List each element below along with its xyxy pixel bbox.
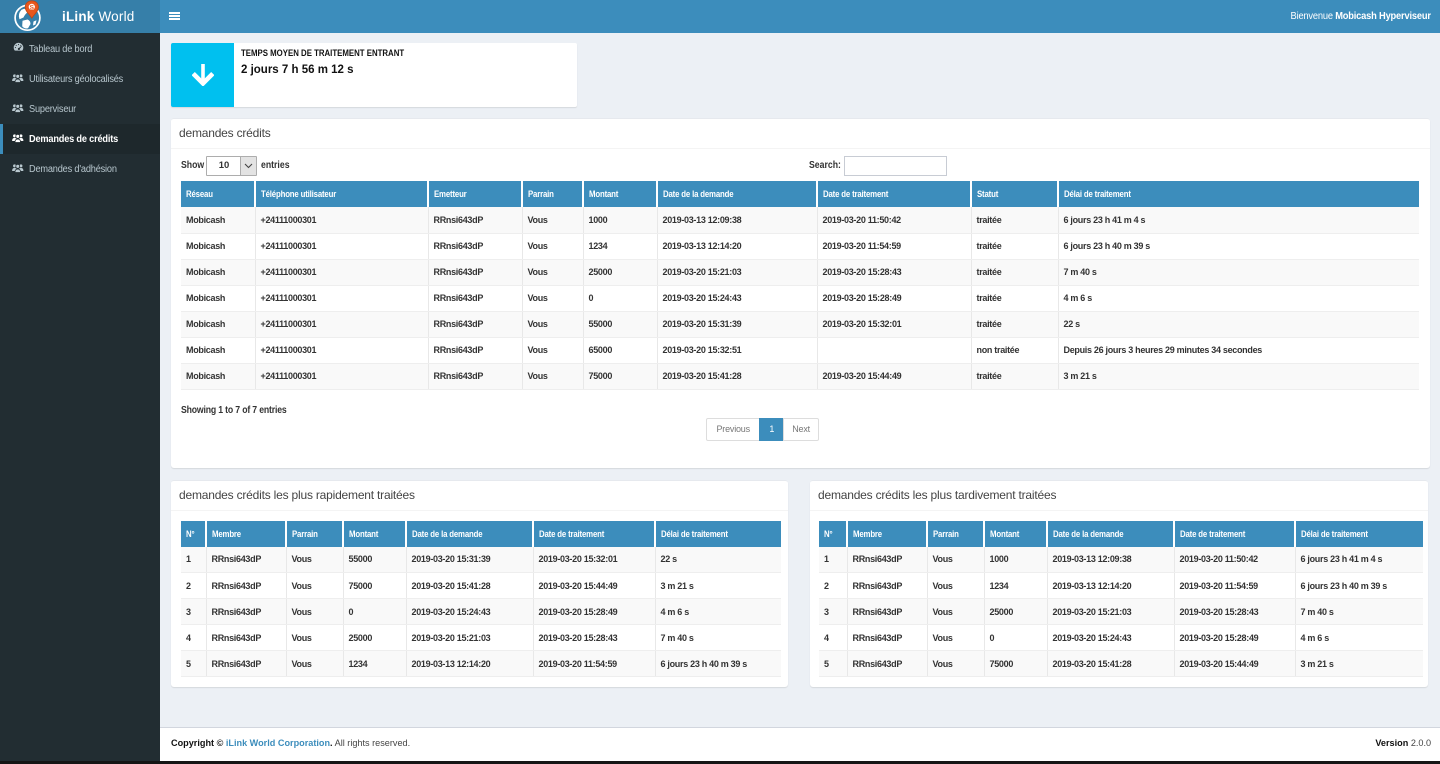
svg-text:S: S — [30, 4, 35, 11]
